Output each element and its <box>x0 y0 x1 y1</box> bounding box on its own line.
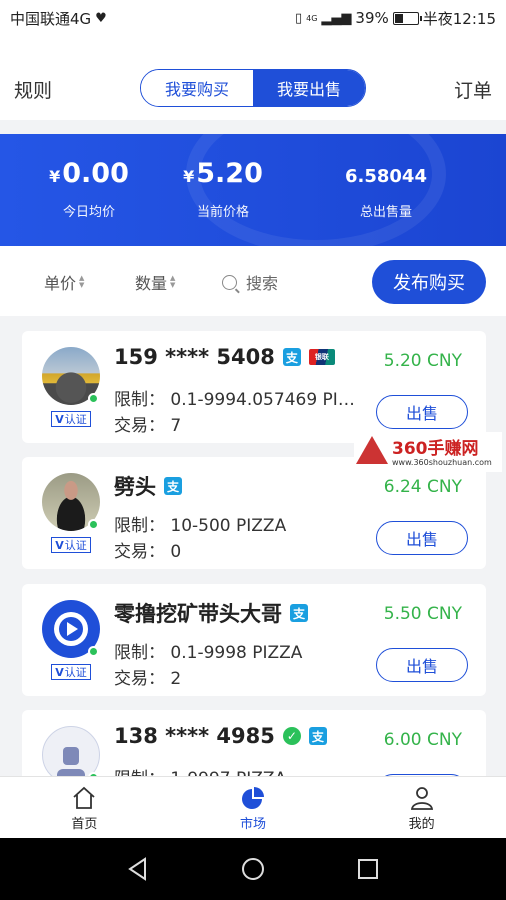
limit-text: 限制： 0.1-9994.057469 PIZ... <box>114 390 364 410</box>
total-sold-value: 6.58044 <box>345 166 427 187</box>
top-header: 规则 我要购买 我要出售 订单 <box>0 36 506 120</box>
online-indicator <box>88 646 99 657</box>
signal-icon: ▂▄▆ <box>321 10 352 26</box>
search-placeholder: 搜索 <box>246 274 279 293</box>
nav-market-label: 市场 <box>240 817 267 832</box>
sort-quantity[interactable]: 数量 ▲ ▼ <box>135 270 175 294</box>
stat-avg-today: ¥0.00 今日均价 <box>46 158 132 220</box>
verified-badge: V 认证 <box>51 664 91 680</box>
seller-name: 159 **** 5408 <box>114 345 275 369</box>
battery-percent: 39% <box>355 9 389 27</box>
sort-quantity-label: 数量 <box>135 274 168 293</box>
heart-icon: ♥ <box>95 10 107 26</box>
current-price-label: 当前价格 <box>196 205 249 220</box>
person-silhouette-icon <box>57 747 85 776</box>
limit-text: 限制： 10-500 PIZZA <box>114 516 287 536</box>
publish-buy-button[interactable]: 发布购买 <box>372 260 486 304</box>
home-icon <box>73 786 95 809</box>
current-price-value: 5.20 <box>196 158 263 189</box>
play-logo-icon <box>54 612 88 646</box>
filter-bar: 单价 ▲ ▼ 数量 ▲ ▼ 搜索 发布购买 <box>0 246 506 316</box>
currency-symbol: ¥ <box>49 167 61 186</box>
sort-price[interactable]: 单价 ▲ ▼ <box>44 270 84 294</box>
sort-arrows-icon: ▲ ▼ <box>79 274 85 289</box>
listing-card: V 认证 159 **** 5408 支 银联 限制： 0.1-9994.0574… <box>22 331 486 443</box>
trades-text: 交易： 7 <box>114 416 182 436</box>
status-bar: 中国联通4G ♥ ▯ 4G ▂▄▆ 39% 半夜12:15 <box>0 0 506 36</box>
stat-total-sold: 6.58044 总出售量 <box>340 158 432 220</box>
tab-buy[interactable]: 我要购买 <box>141 70 253 106</box>
alipay-icon: 支 <box>282 348 301 366</box>
sort-arrows-icon: ▲ ▼ <box>170 274 176 289</box>
battery-icon <box>392 11 422 25</box>
watermark-triangle-icon <box>356 436 388 464</box>
watermark-logo: 360手赚网 www.360shouzhuan.com <box>354 432 502 472</box>
tab-sell[interactable]: 我要出售 <box>253 70 365 106</box>
sell-button[interactable]: 出售 <box>376 521 468 555</box>
system-nav-bar <box>0 838 506 900</box>
wechat-pay-icon: ✓ <box>282 727 301 745</box>
back-icon[interactable] <box>125 856 151 882</box>
signal-tag: 4G <box>306 13 318 23</box>
limit-text: 限制： 1-9997 PIZZA <box>114 764 364 776</box>
bottom-nav: 首页 市场 我的 <box>0 776 506 838</box>
alipay-icon: 支 <box>308 727 327 745</box>
vibrate-icon: ▯ <box>294 10 303 26</box>
carrier-label: 中国联通4G <box>10 9 92 28</box>
watermark-title: 360手赚网 <box>392 439 479 459</box>
online-indicator <box>88 393 99 404</box>
limit-text: 限制： 0.1-9998 PIZZA <box>114 643 303 663</box>
buy-sell-toggle: 我要购买 我要出售 <box>140 69 366 107</box>
nav-home[interactable]: 首页 <box>0 777 169 838</box>
search-field[interactable]: 搜索 <box>222 270 278 294</box>
seller-name: 138 **** 4985 <box>114 724 275 748</box>
sell-button[interactable]: 出售 <box>376 395 468 429</box>
total-sold-label: 总出售量 <box>359 205 412 220</box>
seller-name: 劈头 <box>114 475 156 499</box>
listing-card: V 认证 零撸挖矿带头大哥 支 限制： 0.1-9998 PIZZA 交易： 2 … <box>22 584 486 696</box>
recents-icon[interactable] <box>355 856 381 882</box>
avg-today-value: 0.00 <box>62 158 129 189</box>
nav-market[interactable]: 市场 <box>169 777 338 838</box>
verified-badge: V 认证 <box>51 411 91 427</box>
unionpay-icon: 银联 <box>308 349 335 365</box>
default-avatar <box>42 726 100 776</box>
currency-symbol: ¥ <box>183 167 195 186</box>
alipay-icon: 支 <box>290 604 308 622</box>
search-icon <box>222 274 237 290</box>
seller-name: 零撸挖矿带头大哥 <box>114 602 282 626</box>
pie-chart-icon <box>242 787 264 809</box>
listing-card: 138 **** 4985 ✓ 支 限制： 1-9997 PIZZA 6.00 … <box>22 710 486 776</box>
user-icon <box>410 787 433 810</box>
alipay-icon: 支 <box>164 477 182 495</box>
nav-home-label: 首页 <box>71 817 98 832</box>
sort-price-label: 单价 <box>44 274 77 293</box>
listing-list[interactable]: V 认证 159 **** 5408 支 银联 限制： 0.1-9994.0574… <box>0 316 506 776</box>
trades-text: 交易： 2 <box>114 669 182 689</box>
unit-price: 5.20 CNY <box>383 351 462 371</box>
avg-today-label: 今日均价 <box>62 205 115 220</box>
rules-link[interactable]: 规则 <box>14 76 52 103</box>
verified-badge: V 认证 <box>51 537 91 553</box>
nav-mine[interactable]: 我的 <box>337 777 506 838</box>
sell-button[interactable]: 出售 <box>376 648 468 682</box>
clock: 半夜12:15 <box>422 9 496 28</box>
price-stats-banner: ¥0.00 今日均价 ¥5.20 当前价格 6.58044 总出售量 <box>0 134 506 246</box>
unit-price: 5.50 CNY <box>383 604 462 624</box>
orders-link[interactable]: 订单 <box>454 76 492 103</box>
unit-price: 6.00 CNY <box>383 730 462 750</box>
listing-card: V 认证 劈头 支 限制： 10-500 PIZZA 交易： 0 6.24 CNY… <box>22 457 486 569</box>
nav-mine-label: 我的 <box>408 817 435 832</box>
watermark-url: www.360shouzhuan.com <box>392 458 492 467</box>
stat-current-price: ¥5.20 当前价格 <box>180 158 266 220</box>
unit-price: 6.24 CNY <box>383 477 462 497</box>
trades-text: 交易： 0 <box>114 542 182 562</box>
home-circle-icon[interactable] <box>240 856 266 882</box>
online-indicator <box>88 519 99 530</box>
